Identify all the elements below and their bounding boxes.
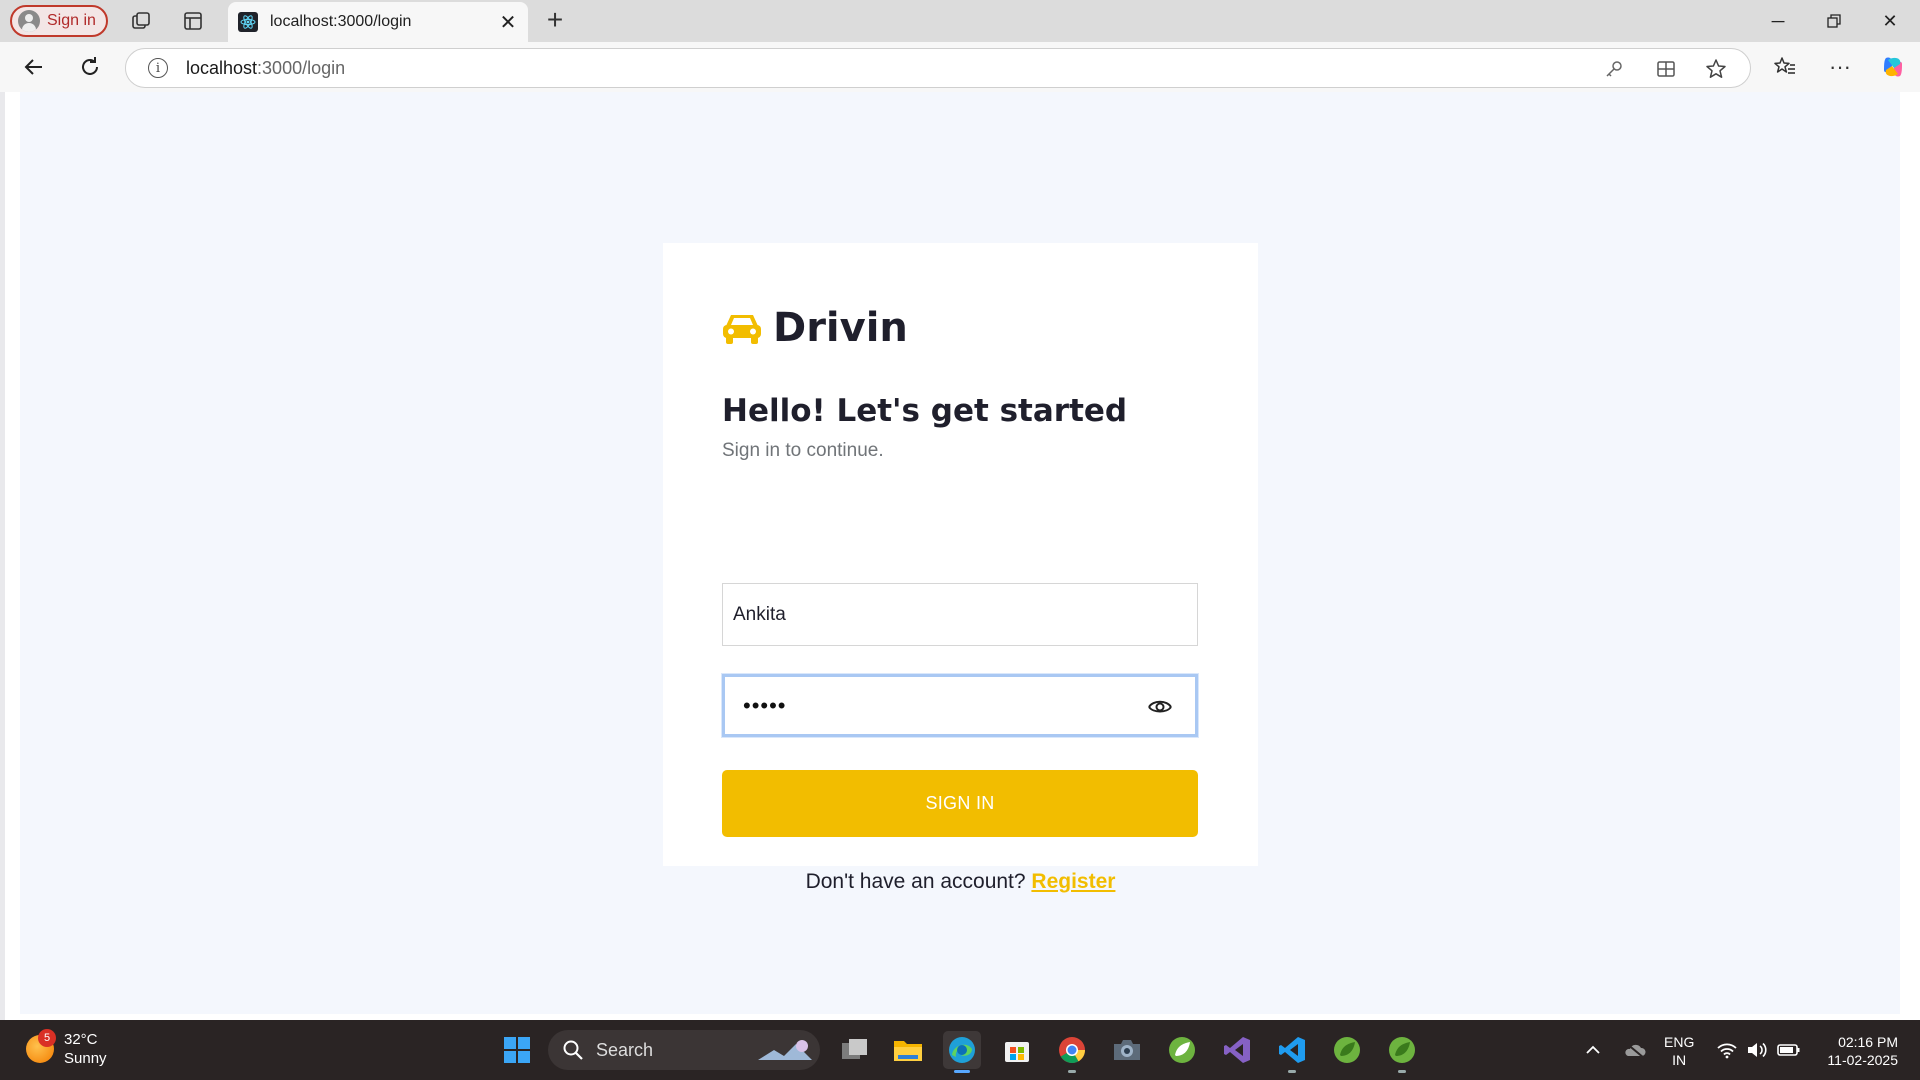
active-tab[interactable]: localhost:3000/login ✕: [228, 2, 528, 42]
language-code: ENG: [1664, 1034, 1695, 1050]
spring-suite-icon[interactable]: [1383, 1031, 1421, 1073]
running-indicator: [1068, 1070, 1076, 1073]
taskbar-search[interactable]: Search: [548, 1030, 820, 1070]
login-card: Drivin Hello! Let's get started Sign in …: [663, 243, 1258, 893]
close-window-button[interactable]: ✕: [1862, 0, 1918, 42]
microsoft-store-icon[interactable]: [998, 1031, 1036, 1069]
vscode-icon[interactable]: [1273, 1031, 1311, 1073]
wifi-icon[interactable]: [1714, 1020, 1740, 1080]
register-link[interactable]: Register: [1031, 870, 1115, 893]
onedrive-offline-icon[interactable]: [1620, 1020, 1650, 1080]
windows-start-icon[interactable]: [498, 1031, 536, 1069]
refresh-icon[interactable]: [77, 54, 103, 80]
weather-widget[interactable]: 5 32°C Sunny: [26, 1029, 107, 1068]
camera-icon[interactable]: [1108, 1031, 1146, 1069]
brand-logo: Drivin: [722, 305, 908, 351]
favorites-list-icon[interactable]: [1772, 54, 1798, 80]
windows-taskbar: 5 32°C Sunny Search ENG IN 02:16 PM 11-0…: [0, 1020, 1920, 1080]
username-input[interactable]: Ankita: [722, 583, 1198, 646]
clock-date: 11-02-2025: [1827, 1052, 1898, 1068]
system-clock[interactable]: 02:16 PM 11-02-2025: [1810, 1033, 1898, 1069]
register-prompt-text: Don't have an account?: [805, 870, 1032, 893]
restore-button[interactable]: [1806, 0, 1862, 42]
copilot-icon[interactable]: [1880, 54, 1906, 80]
show-password-eye-icon[interactable]: [1147, 695, 1173, 717]
visual-studio-icon[interactable]: [1218, 1031, 1256, 1069]
minimize-button[interactable]: ─: [1750, 0, 1806, 42]
profile-sign-in-label: Sign in: [47, 12, 96, 29]
running-indicator: [1288, 1070, 1296, 1073]
password-key-icon[interactable]: [1602, 57, 1626, 81]
favorite-star-icon[interactable]: [1704, 57, 1728, 81]
vertical-tabs-icon[interactable]: [181, 9, 205, 33]
brand-name: Drivin: [773, 305, 908, 351]
taskbar-search-label: Search: [596, 1039, 654, 1060]
workspaces-icon[interactable]: [129, 9, 153, 33]
weather-badge: 5: [38, 1029, 56, 1047]
language-indicator[interactable]: ENG IN: [1664, 1033, 1694, 1069]
weather-desc: Sunny: [64, 1050, 107, 1067]
browser-title-bar: Sign in localhost:3000/login ✕ + ─ ✕: [0, 0, 1920, 42]
running-indicator: [954, 1070, 970, 1073]
language-region: IN: [1672, 1052, 1687, 1068]
new-tab-button[interactable]: +: [540, 6, 570, 36]
tab-title: localhost:3000/login: [270, 13, 412, 30]
edge-browser-icon[interactable]: [943, 1031, 981, 1073]
browser-toolbar: i localhost:3000/login ···: [0, 42, 1920, 92]
page-title: Hello! Let's get started: [722, 393, 1128, 429]
more-options-icon[interactable]: ···: [1827, 54, 1853, 80]
spring-boot-icon[interactable]: [1328, 1031, 1366, 1069]
task-view-icon[interactable]: [836, 1031, 874, 1069]
site-info-icon[interactable]: i: [148, 58, 168, 78]
address-bar[interactable]: i localhost:3000/login: [125, 48, 1751, 88]
sun-icon: 5: [26, 1029, 56, 1063]
login-page: Drivin Hello! Let's get started Sign in …: [20, 92, 1900, 1014]
page-subtitle: Sign in to continue.: [722, 440, 884, 461]
running-indicator: [1398, 1070, 1406, 1073]
profile-sign-in-button[interactable]: Sign in: [10, 5, 108, 37]
password-value: •••••: [743, 692, 787, 718]
spring-tool-icon[interactable]: [1163, 1031, 1201, 1069]
car-icon: [723, 315, 761, 344]
sign-in-button[interactable]: SIGN IN: [722, 770, 1198, 837]
tab-close-icon[interactable]: ✕: [496, 10, 520, 34]
weather-temp: 32°C: [64, 1031, 98, 1048]
search-highlight-icon: [758, 1040, 812, 1060]
back-arrow-icon[interactable]: [21, 54, 47, 80]
react-favicon-icon: [238, 12, 258, 32]
volume-icon[interactable]: [1744, 1020, 1770, 1080]
show-hidden-icons-chevron-up-icon[interactable]: [1580, 1020, 1606, 1080]
register-prompt: Don't have an account? Register: [663, 870, 1258, 894]
file-explorer-icon[interactable]: [889, 1031, 927, 1069]
profile-avatar-icon: [18, 10, 40, 32]
clock-time: 02:16 PM: [1838, 1034, 1898, 1050]
battery-icon[interactable]: [1774, 1020, 1804, 1080]
password-input[interactable]: •••••: [722, 674, 1198, 737]
username-value: Ankita: [733, 603, 786, 625]
address-url[interactable]: localhost:3000/login: [186, 58, 345, 79]
chrome-icon[interactable]: [1053, 1031, 1091, 1073]
split-screen-icon[interactable]: [1654, 57, 1678, 81]
search-icon: [563, 1040, 583, 1060]
browser-viewport: Drivin Hello! Let's get started Sign in …: [5, 92, 1920, 1020]
